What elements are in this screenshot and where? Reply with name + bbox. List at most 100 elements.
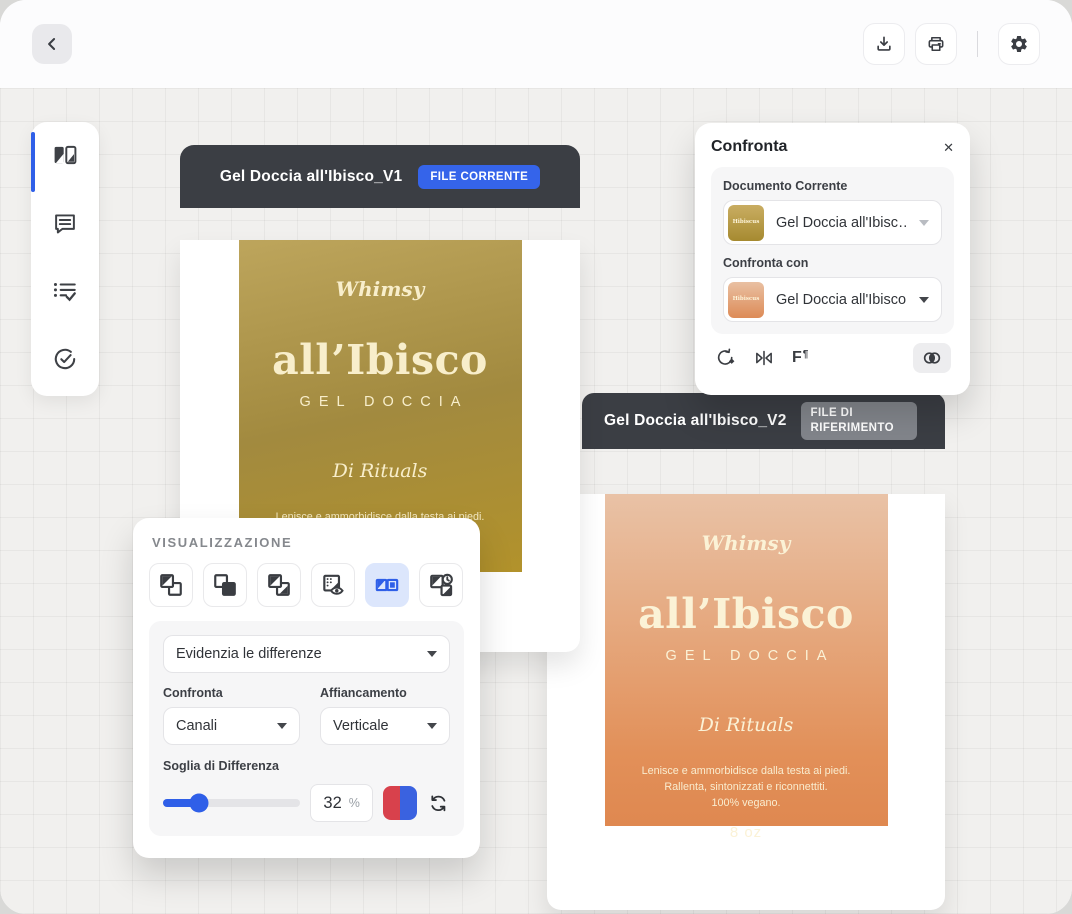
label-subtitle: GEL DOCCIA bbox=[605, 648, 888, 664]
threshold-controls: 32 % bbox=[163, 784, 450, 822]
settings-button[interactable] bbox=[998, 23, 1040, 65]
side-by-side-icon bbox=[374, 572, 400, 598]
document-current-header: Gel Doccia all'Ibisco_V1 FILE CORRENTE bbox=[180, 145, 580, 208]
overlay-b-icon bbox=[212, 572, 238, 598]
highlight-differences-dropdown[interactable]: Evidenzia le differenze bbox=[163, 635, 450, 673]
compare-with-dropdown[interactable]: Hibiscus Gel Doccia all'Ibisco bbox=[723, 277, 942, 322]
view-mode-overlay-both-button[interactable] bbox=[257, 563, 301, 607]
chevron-down-icon bbox=[919, 297, 929, 303]
view-mode-side-by-side-button[interactable] bbox=[365, 563, 409, 607]
swatch-blue bbox=[400, 786, 417, 820]
overlap-toggle-button[interactable] bbox=[913, 343, 951, 373]
gear-icon bbox=[1009, 34, 1029, 54]
compare-panel: Confronta ✕ Documento Corrente Hibiscus … bbox=[695, 123, 970, 395]
document-thumbnail-orange: Hibiscus bbox=[728, 282, 764, 318]
document-reference: Gel Doccia all'Ibisco_V2 FILE DI RIFERIM… bbox=[547, 393, 945, 910]
toolbar-divider bbox=[977, 31, 978, 57]
current-document-label: Documento Corrente bbox=[723, 179, 942, 193]
document-title: Gel Doccia all'Ibisco_V2 bbox=[604, 412, 787, 430]
chevron-down-icon bbox=[427, 723, 437, 729]
dropdown-value: Gel Doccia all'Ibisco bbox=[776, 292, 907, 308]
threshold-label: Soglia di Differenza bbox=[163, 759, 450, 773]
refresh-icon bbox=[427, 792, 450, 815]
chevron-down-icon bbox=[277, 723, 287, 729]
view-panel-body: Evidenzia le differenze Confronta Canali… bbox=[149, 621, 464, 836]
product-label-orange: Whimsy all’Ibisco GEL DOCCIA Di Rituals … bbox=[605, 494, 888, 826]
dropdown-value: Evidenzia le differenze bbox=[176, 646, 322, 662]
threshold-slider[interactable] bbox=[163, 799, 300, 807]
status-badge-current: FILE CORRENTE bbox=[418, 165, 540, 189]
diff-color-swatch-button[interactable] bbox=[383, 786, 417, 820]
printer-icon bbox=[926, 34, 946, 54]
sidebar-item-compare[interactable] bbox=[52, 142, 78, 168]
refresh-button[interactable] bbox=[427, 792, 450, 815]
document-title: Gel Doccia all'Ibisco_V1 bbox=[220, 168, 403, 186]
label-title: all’Ibisco bbox=[239, 336, 522, 384]
label-brand: Whimsy bbox=[605, 531, 888, 555]
sidebar-item-checklist[interactable] bbox=[52, 278, 78, 304]
text-compare-button[interactable]: F¶ bbox=[792, 350, 808, 366]
swatch-red bbox=[383, 786, 400, 820]
download-button[interactable] bbox=[863, 23, 905, 65]
label-description: Lenisce e ammorbidisce dalla testa ai pi… bbox=[605, 763, 888, 812]
comment-icon bbox=[52, 210, 78, 236]
label-byline: Di Rituals bbox=[239, 460, 522, 482]
overlap-circles-icon bbox=[921, 347, 943, 369]
view-mode-pixel-diff-button[interactable] bbox=[311, 563, 355, 607]
sidebar-item-comments[interactable] bbox=[52, 210, 78, 236]
document-reference-page[interactable]: Whimsy all’Ibisco GEL DOCCIA Di Rituals … bbox=[547, 494, 945, 910]
slider-thumb[interactable] bbox=[189, 794, 208, 813]
compare-with-label: Confronta con bbox=[723, 256, 942, 270]
compare-mode-label: Confronta bbox=[163, 686, 300, 700]
print-button[interactable] bbox=[915, 23, 957, 65]
check-circle-icon bbox=[52, 346, 78, 372]
label-title: all’Ibisco bbox=[605, 590, 888, 638]
toolbar-actions bbox=[863, 23, 1040, 65]
download-icon bbox=[874, 34, 894, 54]
compare-mode-dropdown[interactable]: Canali bbox=[163, 707, 300, 745]
rotate-icon bbox=[714, 347, 736, 369]
tool-sidebar bbox=[31, 122, 99, 396]
view-panel-title: VISUALIZZAZIONE bbox=[152, 535, 464, 550]
label-subtitle: GEL DOCCIA bbox=[239, 394, 522, 410]
close-icon[interactable]: ✕ bbox=[943, 141, 954, 154]
history-icon bbox=[428, 572, 454, 598]
top-toolbar bbox=[0, 0, 1072, 88]
compare-tools-row: F¶ bbox=[711, 343, 954, 373]
threshold-unit: % bbox=[349, 796, 360, 810]
sidebar-item-approve[interactable] bbox=[52, 346, 78, 372]
threshold-value-input[interactable]: 32 % bbox=[310, 784, 373, 822]
document-thumbnail-gold: Hibiscus bbox=[728, 205, 764, 241]
label-brand: Whimsy bbox=[239, 277, 522, 301]
layout-label: Affiancamento bbox=[320, 686, 450, 700]
view-mode-history-button[interactable] bbox=[419, 563, 463, 607]
view-mode-row bbox=[149, 563, 464, 607]
flip-horizontal-icon bbox=[753, 347, 775, 369]
dropdown-value: Canali bbox=[176, 718, 217, 734]
chevron-left-icon bbox=[42, 34, 62, 54]
active-tab-indicator bbox=[31, 132, 35, 192]
back-button[interactable] bbox=[32, 24, 72, 64]
view-mode-overlay-a-button[interactable] bbox=[149, 563, 193, 607]
dropdown-value: Gel Doccia all'Ibisc… bbox=[776, 215, 907, 231]
chevron-down-icon bbox=[919, 220, 929, 226]
layout-dropdown[interactable]: Verticale bbox=[320, 707, 450, 745]
compare-pages-icon bbox=[52, 142, 78, 168]
checklist-icon bbox=[52, 278, 78, 304]
threshold-value: 32 bbox=[323, 794, 341, 813]
view-panel: VISUALIZZAZIONE bbox=[133, 518, 480, 858]
flip-horizontal-button[interactable] bbox=[753, 347, 775, 369]
rotate-button[interactable] bbox=[714, 347, 736, 369]
current-document-dropdown[interactable]: Hibiscus Gel Doccia all'Ibisc… bbox=[723, 200, 942, 245]
view-mode-overlay-b-button[interactable] bbox=[203, 563, 247, 607]
status-badge-reference: FILE DI RIFERIMENTO bbox=[801, 402, 917, 440]
workspace-canvas: Gel Doccia all'Ibisco_V1 FILE CORRENTE W… bbox=[0, 88, 1072, 914]
text-compare-icon: F bbox=[792, 350, 802, 366]
overlay-both-icon bbox=[266, 572, 292, 598]
overlay-a-icon bbox=[158, 572, 184, 598]
label-size: 8 oz bbox=[605, 824, 888, 841]
chevron-down-icon bbox=[427, 651, 437, 657]
dropdown-value: Verticale bbox=[333, 718, 389, 734]
compare-panel-body: Documento Corrente Hibiscus Gel Doccia a… bbox=[711, 167, 954, 334]
label-byline: Di Rituals bbox=[605, 714, 888, 736]
